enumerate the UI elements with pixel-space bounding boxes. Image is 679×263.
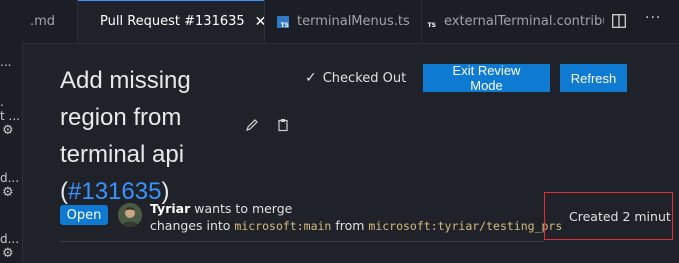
split-editor-icon[interactable]	[612, 14, 626, 28]
avatar[interactable]	[118, 203, 142, 227]
typescript-file-icon	[277, 15, 289, 29]
sidebar-item[interactable]: ...	[0, 55, 11, 69]
merge-text: changes into	[150, 218, 235, 233]
tab-label: .md	[30, 14, 56, 29]
close-icon[interactable]: ✕	[255, 14, 264, 30]
sidebar-item[interactable]: d...	[0, 232, 19, 246]
check-icon: ✓	[305, 70, 317, 86]
sidebar-item[interactable]: t ...	[0, 109, 20, 123]
sidebar-item[interactable]: .	[0, 95, 4, 109]
exit-review-mode-button[interactable]: Exit Review Mode	[423, 63, 550, 93]
gear-icon[interactable]: ⚙	[2, 246, 14, 261]
checked-out-label: Checked Out	[322, 70, 407, 86]
merge-description-line-1: Tyriar wants to merge	[150, 201, 292, 216]
more-actions-icon[interactable]: ···	[645, 10, 665, 30]
refresh-button[interactable]: Refresh	[560, 64, 627, 92]
gear-icon[interactable]: ⚙	[2, 123, 14, 138]
highlight-box: Created 2 minut	[544, 192, 673, 240]
pr-number-link[interactable]: #131635	[68, 178, 161, 205]
sidebar: ... . t ... ⚙ d... ⚙ d... ⚙	[0, 43, 23, 263]
author-name[interactable]: Tyriar	[150, 201, 190, 216]
from-text: from	[331, 218, 369, 233]
copy-icon[interactable]	[276, 118, 290, 132]
page-title: Add missing region from terminal api (#1…	[60, 62, 260, 210]
tab-label: Pull Request #131635	[100, 14, 245, 29]
status-badge: Open	[60, 205, 108, 225]
editor-tab-strip: .md Pull Request #131635 ✕ terminalMenus…	[0, 0, 679, 44]
base-branch: microsoft:main	[234, 219, 332, 233]
checked-out-status: ✓ Checked Out	[305, 68, 406, 88]
tab-label: externalTerminal.contribut	[444, 14, 604, 29]
merge-text: wants to merge	[190, 201, 293, 216]
divider	[60, 241, 544, 242]
pr-title-text: Add missing region from terminal api	[60, 67, 191, 168]
gear-icon[interactable]: ⚙	[2, 185, 14, 200]
merge-description-line-2: changes into microsoft:main from microso…	[150, 218, 562, 233]
pr-number-paren-open: (	[60, 178, 68, 205]
tab-readme[interactable]: .md	[0, 0, 78, 43]
avatar-image	[118, 203, 142, 227]
tab-label: terminalMenus.ts	[297, 14, 410, 29]
tab-external-terminal[interactable]: externalTerminal.contribut	[422, 0, 604, 43]
tab-terminal-menus[interactable]: terminalMenus.ts	[265, 0, 422, 43]
head-branch: microsoft:tyriar/testing_prs	[368, 219, 563, 233]
sidebar-item[interactable]: d...	[0, 171, 19, 185]
tab-pull-request[interactable]: Pull Request #131635 ✕	[78, 0, 265, 43]
created-timestamp: Created 2 minut	[569, 209, 671, 224]
edit-pencil-icon[interactable]	[245, 118, 259, 132]
